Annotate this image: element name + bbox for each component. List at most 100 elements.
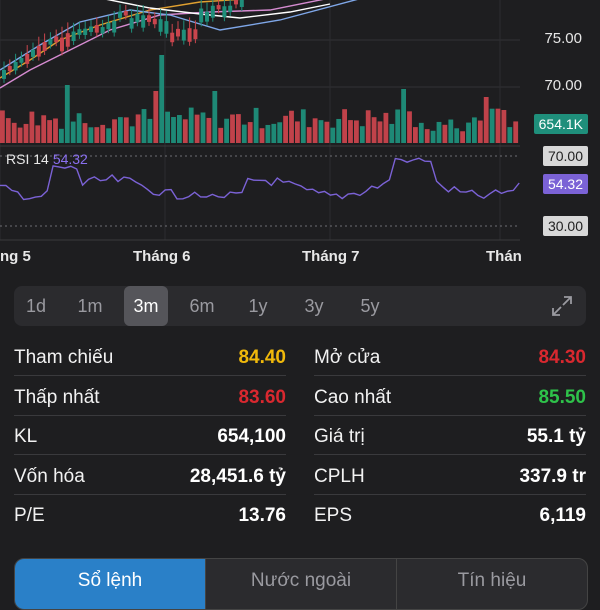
volume-bar <box>489 108 495 143</box>
volume-bar <box>501 109 507 143</box>
volume-bar <box>112 119 117 143</box>
volume-bar <box>59 128 64 143</box>
period-selector: 1d 1m 3m 6m 1y 3y 5y <box>14 286 586 326</box>
volume-bar <box>182 119 188 143</box>
volume-bar <box>188 107 194 143</box>
volume-bar <box>177 115 182 143</box>
bottom-tabs: Sổ lệnh Nước ngoài Tín hiệu <box>14 558 588 610</box>
volume-bar <box>100 124 106 143</box>
stat-label: Mở cửa <box>314 347 381 368</box>
candle-body <box>222 6 227 18</box>
volume-bar <box>271 123 277 143</box>
candle-body <box>176 28 180 37</box>
stat-row: Vốn hóa 28,451.6 tỷ <box>14 459 286 495</box>
stat-row: P/E 13.76 <box>14 498 286 534</box>
candle-body <box>187 28 192 42</box>
volume-bar <box>454 128 460 143</box>
volume-bar <box>312 118 318 143</box>
volume-bar <box>64 85 70 143</box>
candle-body <box>147 15 151 22</box>
volume-bar <box>35 125 41 143</box>
candle-body <box>141 15 146 28</box>
candle-body <box>89 26 93 33</box>
volume-bar <box>359 126 365 143</box>
stat-label: CPLH <box>314 465 365 487</box>
candle-body <box>210 5 215 18</box>
tab-signals[interactable]: Tín hiệu <box>397 559 587 609</box>
period-1y[interactable]: 1y <box>236 286 280 326</box>
row-divider <box>314 493 586 495</box>
volume-bar <box>206 117 212 143</box>
volume-bar <box>259 128 265 143</box>
stat-label: Cao nhất <box>314 386 392 408</box>
volume-bar <box>289 110 294 143</box>
candle-body <box>181 29 186 41</box>
volume-bar <box>212 91 218 143</box>
candle-body <box>193 29 198 40</box>
stat-label: Vốn hóa <box>14 465 85 487</box>
candle-body <box>48 39 53 45</box>
rsi-value: 54.32 <box>52 151 88 167</box>
volume-bar <box>348 120 353 143</box>
stat-label: EPS <box>314 505 353 526</box>
volume-bar <box>218 127 224 143</box>
candle-body <box>106 22 111 30</box>
volume-bar <box>147 118 153 143</box>
period-5y[interactable]: 5y <box>348 286 392 326</box>
tab-order-book[interactable]: Sổ lệnh <box>15 559 205 609</box>
volume-bar <box>413 127 418 143</box>
volume-bar <box>11 122 17 143</box>
volume-bar <box>0 110 5 143</box>
candle-body <box>123 11 128 16</box>
stat-row: EPS 6,119 <box>314 498 586 534</box>
volume-bar <box>477 120 483 143</box>
volume-bar <box>365 110 371 143</box>
candle-body <box>239 0 244 7</box>
candle-body <box>31 50 35 57</box>
candle-body <box>77 29 82 35</box>
volume-bar <box>430 130 436 143</box>
stat-row: KL 654,100 <box>14 419 286 455</box>
volume-bar <box>141 109 147 143</box>
volume-bar <box>17 127 23 143</box>
candle-body <box>129 18 134 29</box>
volume-bar <box>283 115 288 143</box>
volume-bar <box>53 118 58 143</box>
volume-bar <box>123 117 129 143</box>
volume-bar <box>47 120 52 143</box>
period-3m[interactable]: 3m <box>124 286 168 326</box>
volume-bar <box>200 112 206 143</box>
row-divider <box>314 414 586 416</box>
volume-bar <box>418 122 424 143</box>
period-6m[interactable]: 6m <box>180 286 224 326</box>
candle-body <box>135 13 140 23</box>
candle-body <box>36 46 41 57</box>
volume-bar <box>159 55 165 143</box>
volume-bar <box>466 122 471 143</box>
period-1m[interactable]: 1m <box>68 286 112 326</box>
stat-label: Thấp nhất <box>14 386 100 408</box>
candle-body <box>94 25 99 33</box>
stat-row: Giá trị 55.1 tỷ <box>314 419 586 455</box>
stat-value: 55.1 tỷ <box>526 426 586 447</box>
price-chart[interactable] <box>0 0 600 245</box>
period-3y[interactable]: 3y <box>292 286 336 326</box>
candle-body <box>234 0 238 5</box>
volume-bar <box>472 117 477 143</box>
row-divider <box>314 454 586 455</box>
volume-bar <box>377 121 383 143</box>
volume-bar <box>336 118 342 143</box>
volume-bar <box>41 115 47 143</box>
tab-foreign[interactable]: Nước ngoài <box>206 559 396 609</box>
volume-bar <box>306 127 312 143</box>
volume-bar <box>236 114 241 143</box>
expand-icon[interactable] <box>550 294 574 318</box>
volume-bar <box>342 109 347 143</box>
period-1d[interactable]: 1d <box>14 286 58 326</box>
stat-value: 337.9 tr <box>519 465 586 487</box>
price-axis-label: 75.00 <box>544 30 582 47</box>
row-divider <box>14 493 286 495</box>
candle-body <box>199 8 204 23</box>
volume-bar <box>513 121 519 143</box>
volume-bar <box>277 122 283 143</box>
